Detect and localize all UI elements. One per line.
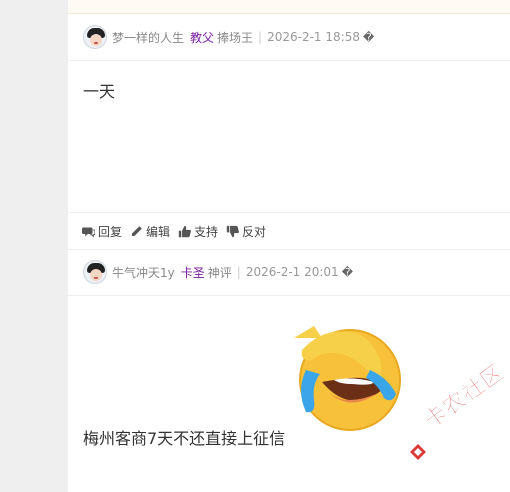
pencil-icon (132, 225, 142, 236)
oppose-label: 反对 (242, 224, 267, 239)
left-gutter (0, 0, 68, 492)
watermark-text: 卡农社区 (420, 359, 510, 435)
watermark: 卡农社区 (408, 360, 510, 460)
divider (68, 295, 510, 296)
user-title: 神评 (207, 265, 232, 280)
laughing-crying-emoji (294, 326, 401, 431)
post-header: 梦一样的人生 教父 捧场王 | 2026-2-1 18:58 � (68, 15, 510, 59)
post-actions: 回复 编辑 支持 反对 (68, 213, 510, 249)
user-rank: 卡圣 (180, 265, 205, 280)
support-button[interactable]: 支持 (178, 223, 218, 240)
watermark-logo-icon (410, 444, 426, 460)
user-title: 捧场王 (217, 30, 254, 45)
edit-button[interactable]: 编辑 (130, 223, 170, 240)
thumbs-up-icon (178, 225, 191, 237)
reply-button[interactable]: 回复 (82, 223, 122, 240)
reply-label: 回复 (98, 224, 123, 239)
separator: | (236, 265, 241, 279)
thread-main: 梦一样的人生 教父 捧场王 | 2026-2-1 18:58 � 一天 回复 编… (68, 0, 510, 492)
separator: | (258, 30, 263, 44)
post-content: 一天 (83, 82, 116, 101)
oppose-button[interactable]: 反对 (226, 223, 266, 240)
post-header: 牛气冲天1y 卡圣 神评 | 2026-2-1 20:01 � (68, 250, 510, 294)
divider (68, 60, 510, 61)
unknown-glyph: � (362, 30, 375, 44)
edit-label: 编辑 (146, 224, 171, 239)
username[interactable]: 梦一样的人生 (112, 29, 184, 46)
post-content: 梅州客商7天不还直接上征信 (83, 429, 286, 448)
post-time: 2026-2-1 18:58 (267, 30, 360, 44)
avatar[interactable] (83, 25, 107, 49)
post-time: 2026-2-1 20:01 (245, 265, 339, 279)
comment-icon (82, 226, 95, 238)
support-label: 支持 (194, 224, 219, 239)
username[interactable]: 牛气冲天1y (112, 264, 175, 281)
user-rank: 教父 (190, 30, 215, 45)
unknown-glyph: � (341, 265, 353, 279)
top-notice-strip (68, 0, 510, 14)
avatar[interactable] (83, 260, 107, 284)
thumbs-down-icon (226, 225, 240, 237)
